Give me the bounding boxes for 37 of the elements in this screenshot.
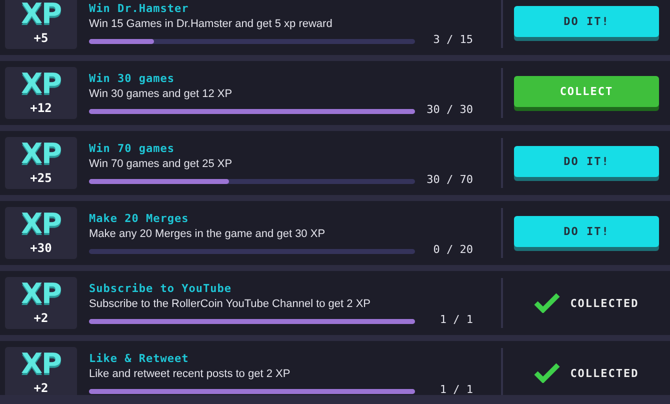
do-it-button[interactable]: DO IT!: [514, 216, 659, 246]
task-description: Subscribe to the RollerCoin YouTube Channel to get 2 XP: [89, 296, 372, 312]
xp-logo: XP: [20, 210, 62, 238]
xp-reward: +5: [34, 31, 48, 46]
task-description: Win 70 games and get 25 XP: [89, 156, 234, 172]
task-title: Subscribe to YouTube: [89, 282, 232, 295]
do-it-button[interactable]: DO IT!: [514, 6, 659, 36]
progress-count: 1 / 1: [438, 384, 474, 395]
xp-logo: XP: [20, 0, 62, 28]
check-icon: [534, 293, 560, 313]
xp-reward: +12: [30, 101, 52, 116]
progress-count: 3 / 15: [432, 34, 474, 45]
xp-reward: +30: [30, 241, 52, 256]
collected-status: COLLECTED: [570, 298, 639, 308]
task-title: Win 70 games: [89, 142, 176, 155]
check-icon: [534, 363, 560, 383]
task-description: Win 15 Games in Dr.Hamster and get 5 xp reward: [89, 16, 334, 32]
xp-logo: XP: [20, 70, 62, 98]
task-description: Like and retweet recent posts to get 2 XP: [89, 366, 292, 382]
progress-count: 30 / 30: [426, 104, 474, 115]
xp-logo: XP: [20, 280, 62, 308]
do-it-button[interactable]: DO IT!: [514, 146, 659, 176]
progress-count: 30 / 70: [426, 174, 474, 185]
xp-logo: XP: [20, 140, 62, 168]
progress-count: 1 / 1: [438, 314, 474, 325]
xp-logo: XP: [20, 350, 62, 378]
task-title: Like & Retweet: [89, 352, 190, 365]
task-title: Make 20 Merges: [89, 212, 190, 225]
task-title: Win Dr.Hamster: [89, 2, 190, 15]
task-description: Win 30 games and get 12 XP: [89, 86, 234, 102]
task-description: Make any 20 Merges in the game and get 30 XP: [89, 226, 326, 242]
collected-status: COLLECTED: [570, 368, 639, 378]
xp-reward: +2: [34, 311, 48, 326]
task-title: Win 30 games: [89, 72, 176, 85]
progress-count: 0 / 20: [432, 244, 474, 255]
xp-reward: +25: [30, 171, 52, 186]
xp-reward: +2: [34, 381, 48, 395]
